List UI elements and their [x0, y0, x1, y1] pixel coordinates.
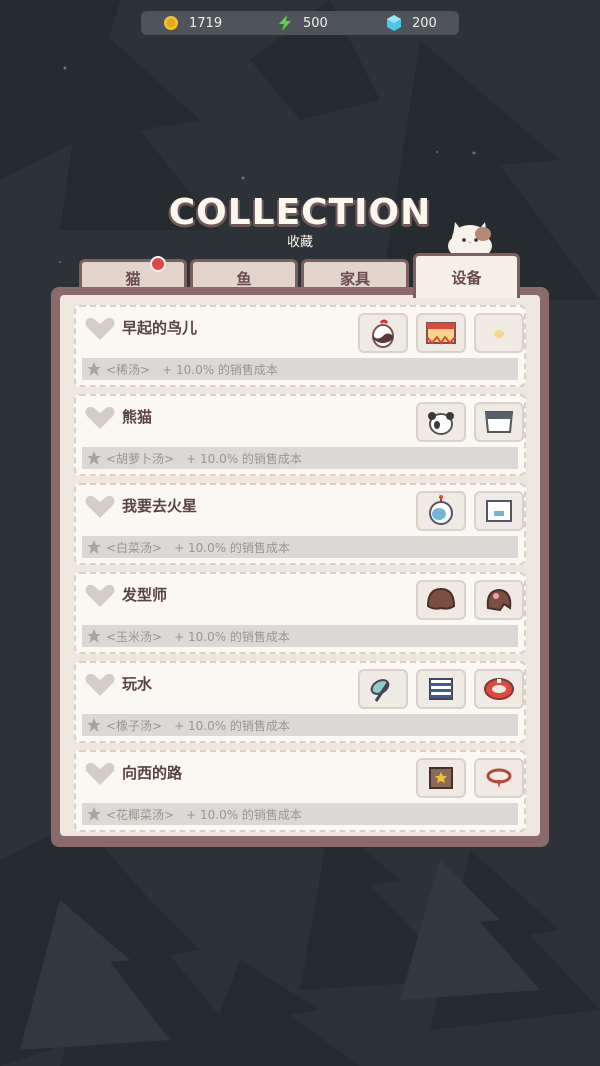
lightning-icon [279, 15, 291, 31]
bonus-bar: <胡萝卜汤> + 10.0% 的销售成本 [82, 447, 518, 469]
bonus-text: + 10.0% 的销售成本 [174, 629, 290, 644]
snorkel-icon [370, 679, 390, 702]
item-slot[interactable] [416, 580, 466, 620]
collection-name: 发型师 [122, 586, 168, 604]
page-subtitle: 收藏 [286, 235, 313, 250]
bonus-text: + 10.0% 的销售成本 [186, 451, 302, 466]
item-slot[interactable] [358, 313, 408, 353]
cat-mascot-icon [448, 222, 492, 258]
star-icon [87, 451, 101, 465]
collection-name: 熊猫 [122, 408, 153, 426]
resource-bar: 1719 500 200 [141, 11, 459, 35]
bonus-bar: <玉米汤> + 10.0% 的销售成本 [82, 625, 518, 647]
item-slot[interactable] [474, 402, 524, 442]
collection-card[interactable]: 玩水 <橡子汤> + 10.0% 的销售成本 [74, 661, 526, 743]
gem-counter: 200 [386, 11, 437, 35]
collection-name: 我要去火星 [122, 497, 198, 515]
soup-name: <花椰菜汤> [106, 807, 175, 822]
item-slot[interactable] [474, 313, 524, 353]
brown-wig-icon [426, 587, 456, 610]
soup-name: <白菜汤> [106, 540, 163, 555]
bonus-bar: <橡子汤> + 10.0% 的销售成本 [82, 714, 518, 736]
panda-outfit-icon [484, 411, 514, 433]
bonus-bar: <花椰菜汤> + 10.0% 的销售成本 [82, 803, 518, 825]
heart-icon [85, 406, 115, 429]
coin-counter: 1719 [163, 11, 222, 35]
energy-counter: 500 [277, 11, 328, 35]
heart-icon [85, 584, 115, 607]
item-slot[interactable] [416, 758, 466, 798]
item-slot[interactable] [416, 313, 466, 353]
swim-ring-icon [484, 678, 514, 700]
soup-name: <玉米汤> [106, 629, 163, 644]
tab-cats-label: 猫 [125, 269, 141, 288]
tab-fish-label: 鱼 [236, 269, 252, 288]
bonus-text: + 10.0% 的销售成本 [162, 362, 278, 377]
item-slot[interactable] [474, 491, 524, 531]
nest-item-icon [494, 330, 504, 338]
striped-shirt-icon [429, 678, 453, 700]
heart-icon [85, 317, 115, 340]
gem-icon [387, 15, 401, 31]
soup-name: <稀汤> [106, 362, 151, 377]
space-helmet-icon [429, 495, 453, 525]
collection-list[interactable]: 早起的鸟儿 <稀汤> + 10.0% 的销售成本 熊猫 <胡萝卜汤> + 10.… [60, 295, 540, 836]
energy-value: 500 [303, 15, 328, 31]
flower-wig-icon [486, 588, 512, 612]
bandana-icon [486, 768, 512, 788]
star-icon [87, 540, 101, 554]
bonus-bar: <白菜汤> + 10.0% 的销售成本 [82, 536, 518, 558]
item-slot[interactable] [416, 491, 466, 531]
item-slot[interactable] [474, 758, 524, 798]
collection-card[interactable]: 向西的路 <花椰菜汤> + 10.0% 的销售成本 [74, 750, 526, 832]
page-title: COLLECTION [168, 192, 432, 233]
soup-name: <胡萝卜汤> [106, 451, 175, 466]
tab-equipment-label: 设备 [451, 268, 482, 287]
item-slot[interactable] [474, 580, 524, 620]
item-slot[interactable] [416, 402, 466, 442]
collection-panel: 早起的鸟儿 <稀汤> + 10.0% 的销售成本 熊猫 <胡萝卜汤> + 10.… [51, 287, 549, 847]
tab-furniture-label: 家具 [339, 269, 370, 288]
egg-item-icon [372, 319, 394, 348]
coin-icon [164, 16, 178, 30]
notification-badge [150, 256, 166, 272]
item-slot[interactable] [416, 669, 466, 709]
star-icon [87, 629, 101, 643]
item-slot[interactable] [358, 669, 408, 709]
collection-card[interactable]: 发型师 <玉米汤> + 10.0% 的销售成本 [74, 572, 526, 654]
heart-icon [85, 673, 115, 696]
star-icon [87, 807, 101, 821]
bonus-text: + 10.0% 的销售成本 [174, 718, 290, 733]
sheriff-vest-icon [429, 767, 453, 789]
tab-equipment[interactable]: 设备 [413, 253, 520, 298]
panda-costume-icon [428, 412, 454, 435]
collection-card[interactable]: 早起的鸟儿 <稀汤> + 10.0% 的销售成本 [74, 305, 526, 387]
bonus-bar: <稀汤> + 10.0% 的销售成本 [82, 358, 518, 380]
star-icon [87, 718, 101, 732]
bonus-text: + 10.0% 的销售成本 [174, 540, 290, 555]
gem-value: 200 [412, 15, 437, 31]
bonus-text: + 10.0% 的销售成本 [186, 807, 302, 822]
collection-name: 早起的鸟儿 [122, 319, 198, 337]
space-suit-icon [486, 500, 512, 522]
heart-icon [85, 495, 115, 518]
collection-card[interactable]: 熊猫 <胡萝卜汤> + 10.0% 的销售成本 [74, 394, 526, 476]
collection-name: 玩水 [122, 675, 153, 693]
item-slot[interactable] [474, 669, 524, 709]
star-icon [87, 362, 101, 376]
tablecloth-item-icon [426, 322, 456, 345]
collection-card[interactable]: 我要去火星 <白菜汤> + 10.0% 的销售成本 [74, 483, 526, 565]
collection-name: 向西的路 [122, 764, 183, 782]
coin-value: 1719 [189, 15, 223, 31]
heart-icon [85, 762, 115, 785]
soup-name: <橡子汤> [106, 718, 163, 733]
